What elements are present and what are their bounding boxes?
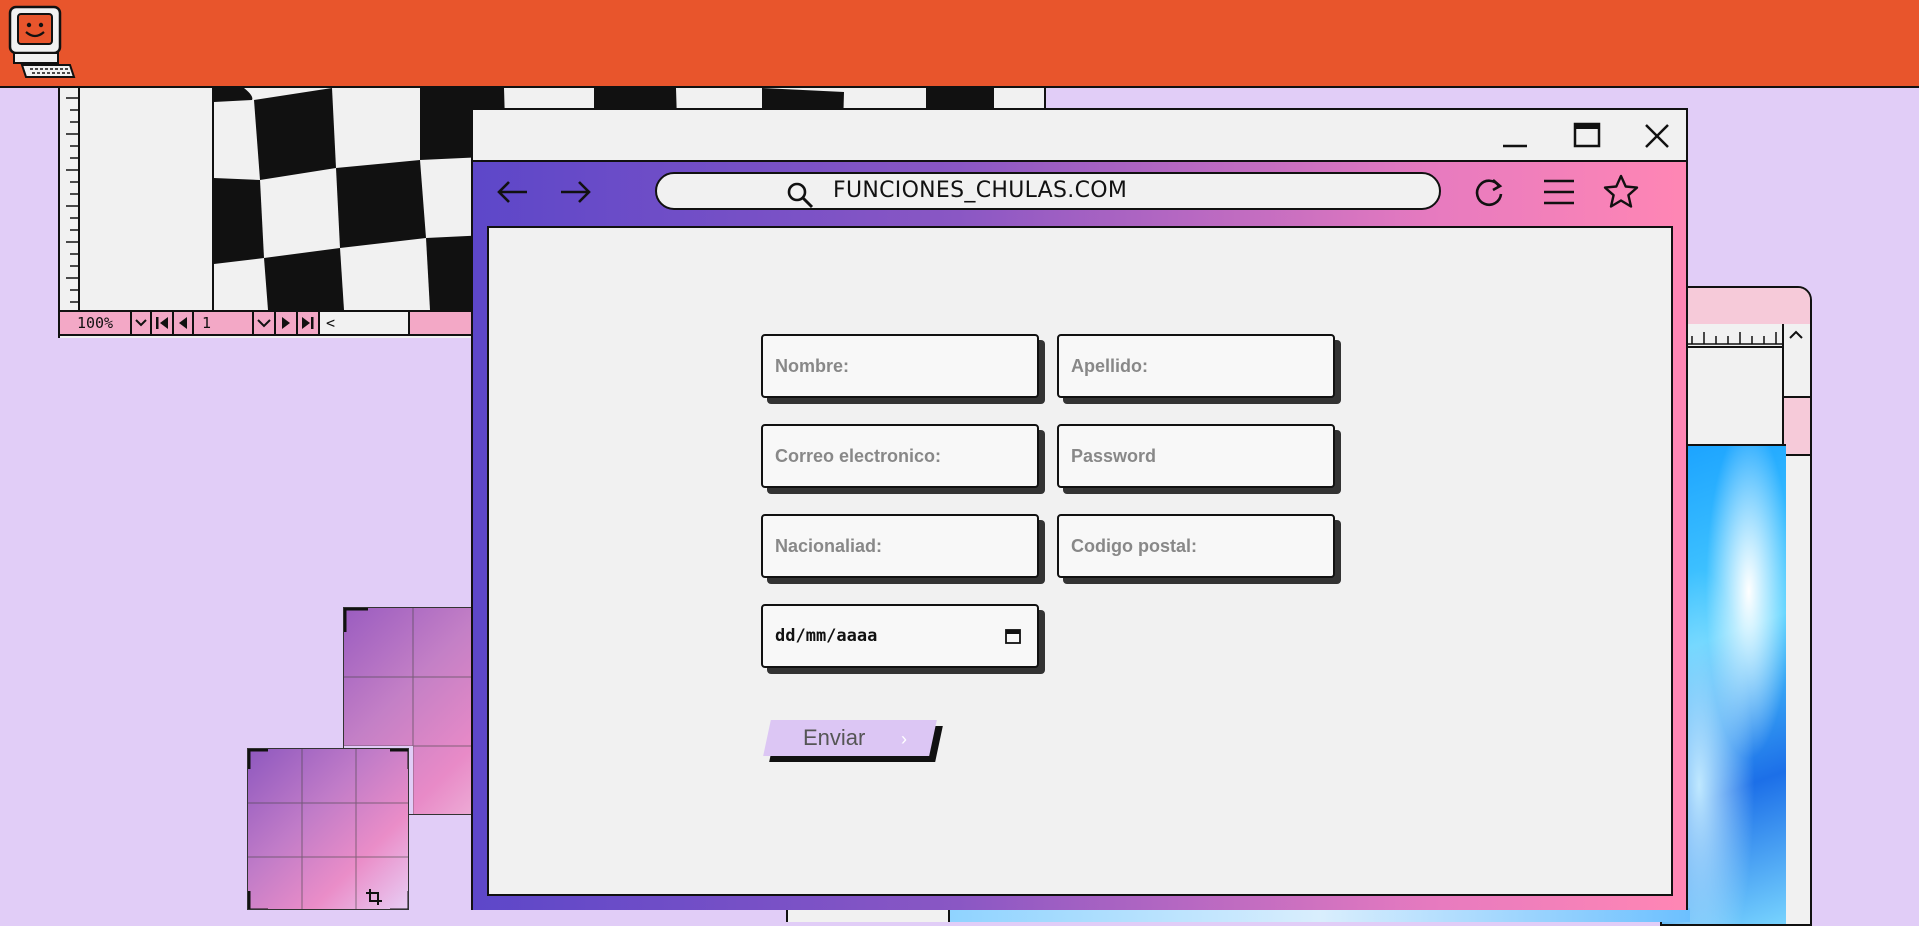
crop-tile-small[interactable]	[247, 748, 409, 910]
password-placeholder: Password	[1071, 446, 1157, 466]
browser-toolbar: FUNCIONES_CHULAS.COM Nombre: Apellido: C…	[473, 162, 1686, 910]
scroll-up-icon[interactable]	[1784, 324, 1808, 346]
date-placeholder: dd/mm/aaaa	[775, 626, 878, 646]
browser-window: FUNCIONES_CHULAS.COM Nombre: Apellido: C…	[471, 108, 1688, 910]
search-icon	[787, 182, 814, 209]
last-page-icon[interactable]	[298, 312, 320, 334]
date-field[interactable]: dd/mm/aaaa	[761, 604, 1039, 668]
page-viewport: Nombre: Apellido: Correo electronico: Pa…	[487, 226, 1673, 896]
refresh-icon[interactable]	[1469, 172, 1509, 212]
enviar-label: Enviar	[803, 725, 866, 750]
address-bar[interactable]: FUNCIONES_CHULAS.COM	[655, 172, 1441, 210]
window-title-bar	[473, 110, 1686, 162]
scrollbar-thumb[interactable]	[1784, 396, 1810, 456]
email-placeholder: Correo electronico:	[775, 446, 942, 466]
scroll-left-icon[interactable]: <	[326, 314, 335, 332]
nombre-placeholder: Nombre:	[775, 356, 850, 376]
close-icon[interactable]	[1639, 118, 1675, 154]
page-dropdown-icon[interactable]	[254, 312, 276, 334]
nacionalidad-field[interactable]: Nacionaliad:	[761, 514, 1039, 578]
apellido-field[interactable]: Apellido:	[1057, 334, 1335, 398]
arrow-left-icon[interactable]	[493, 172, 533, 212]
chevron-right-icon: ›	[901, 729, 907, 749]
horizontal-scrollbar[interactable]: <	[320, 312, 410, 334]
maximize-icon[interactable]	[1569, 118, 1605, 154]
password-field[interactable]: Password	[1057, 424, 1335, 488]
first-page-icon[interactable]	[152, 312, 174, 334]
minimize-icon[interactable]	[1497, 118, 1533, 154]
url-text[interactable]: FUNCIONES_CHULAS.COM	[833, 174, 1127, 208]
zoom-level[interactable]: 100%	[60, 312, 132, 334]
vertical-scrollbar[interactable]	[1782, 324, 1810, 924]
zoom-dropdown-icon[interactable]	[132, 312, 152, 334]
prev-page-icon[interactable]	[174, 312, 194, 334]
star-icon[interactable]	[1601, 172, 1641, 212]
nacionalidad-placeholder: Nacionaliad:	[775, 536, 883, 556]
nombre-field[interactable]: Nombre:	[761, 334, 1039, 398]
enviar-button[interactable]: Enviar ›	[763, 720, 943, 762]
apellido-placeholder: Apellido:	[1071, 356, 1148, 376]
top-bar	[0, 0, 1919, 88]
codigo-postal-placeholder: Codigo postal:	[1071, 536, 1197, 556]
page-number[interactable]: 1	[194, 312, 254, 334]
menu-icon[interactable]	[1539, 172, 1579, 212]
next-page-icon[interactable]	[276, 312, 298, 334]
calendar-icon[interactable]	[1005, 628, 1021, 644]
retro-computer-smiley-icon[interactable]	[4, 3, 76, 81]
vertical-ruler	[60, 88, 80, 310]
crop-icon	[366, 889, 382, 905]
arrow-right-icon[interactable]	[555, 172, 595, 212]
codigo-postal-field[interactable]: Codigo postal:	[1057, 514, 1335, 578]
email-field[interactable]: Correo electronico:	[761, 424, 1039, 488]
